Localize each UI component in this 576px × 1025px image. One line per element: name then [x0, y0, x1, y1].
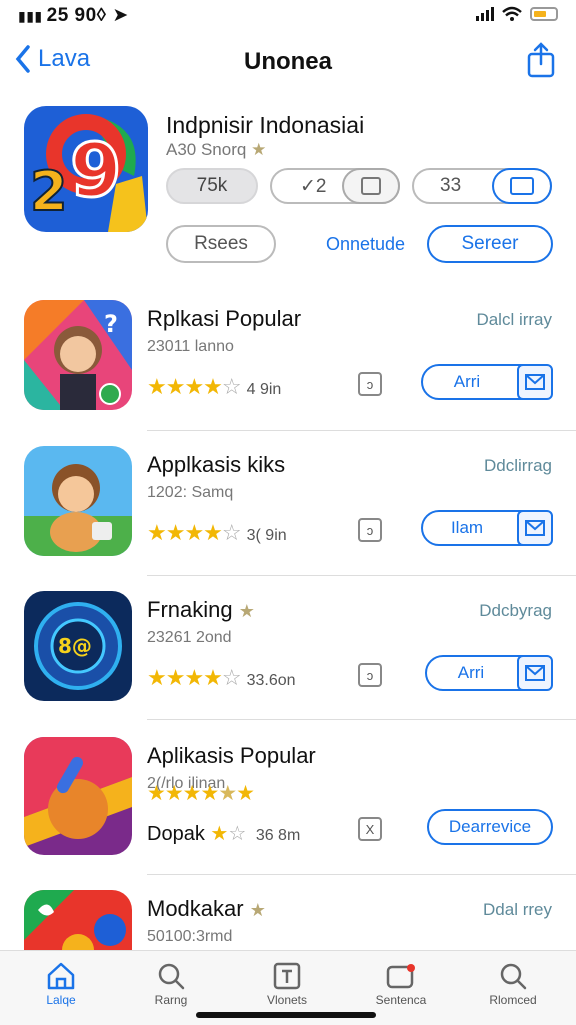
app-tag: Ddcbyrag — [479, 601, 552, 620]
tab-label: Vlonets — [266, 993, 308, 1007]
action-button[interactable]: Ilam — [421, 510, 553, 546]
wifi-icon — [502, 6, 522, 21]
info-icon[interactable]: ↄ — [358, 372, 382, 396]
app-name: Modkakar ★ — [147, 896, 266, 921]
rating-stars: ★★★★★★ — [147, 782, 255, 805]
tab-label: Rarng — [154, 993, 188, 1007]
divider — [147, 575, 576, 576]
star-icon: ★ — [251, 140, 267, 159]
app-name: Frnaking ★ — [147, 597, 255, 622]
tab-recent[interactable]: Rlomced — [468, 959, 558, 1007]
signal-icon — [476, 7, 494, 21]
tab-search[interactable]: Rarng — [126, 959, 216, 1007]
star-icon: ★ — [249, 900, 266, 920]
close-icon[interactable]: X — [358, 817, 382, 841]
list-item[interactable]: Modkakar ★ 50100:3rmd Ddal rrey — [0, 890, 576, 950]
featured-app: 2 9 Indpnisir Indonasiai A30 Snorq ★ 75k… — [0, 104, 576, 274]
battery-icon — [530, 7, 558, 21]
divider — [147, 874, 576, 875]
search-icon — [158, 963, 185, 990]
mail-icon — [517, 510, 553, 546]
pill-a[interactable]: ✓2 — [270, 168, 400, 204]
rating: ★★★★☆ 33.6on — [147, 665, 296, 690]
home-icon — [47, 962, 75, 990]
app-meta: 50100:3rmd — [147, 928, 233, 945]
list-item[interactable]: 8@ Frnaking ★ 23261 2ond ★★★★☆ 33.6on Ddc… — [0, 591, 576, 733]
app-icon[interactable] — [24, 890, 132, 950]
rsees-button[interactable]: Rsees — [166, 225, 276, 263]
search-alt-icon — [500, 963, 527, 990]
app-tag: Dalcl irray — [476, 310, 552, 329]
count-pill[interactable]: 75k — [166, 168, 258, 204]
tab-label: Lalqe — [46, 993, 76, 1007]
info-icon[interactable]: ↄ — [358, 663, 382, 687]
star-icon: ★ — [238, 601, 255, 621]
svg-text:8@: 8@ — [58, 634, 92, 658]
app-meta: 1202: Samq — [147, 484, 234, 501]
app-icon[interactable] — [24, 737, 132, 855]
action-button[interactable]: Arri — [421, 364, 553, 400]
app-name: Rplkasi Popular — [147, 306, 302, 331]
featured-app-sub: A30 Snorq ★ — [166, 140, 267, 159]
home-indicator — [196, 1012, 376, 1018]
status-bar: ▮▮▮ 25 90◊ ➤ — [0, 0, 576, 30]
window-icon — [492, 168, 552, 204]
rating: ★★★★☆ 4 9in — [147, 374, 282, 399]
tab-text[interactable]: Vlonets — [242, 959, 332, 1007]
action-button[interactable]: Dearrevice — [427, 809, 553, 845]
mail-icon — [517, 364, 553, 400]
app-meta: 23011 lanno — [147, 338, 234, 355]
list-item[interactable]: Aplikasis Popular 2(/rlo ilinan ★★★★★★ D… — [0, 737, 576, 879]
rating: ★★★★☆ 3( 9in — [147, 520, 287, 545]
action-label: Ilam — [450, 518, 484, 537]
action-label: Arri — [457, 663, 485, 682]
share-icon — [527, 42, 555, 78]
inbox-icon — [386, 964, 415, 989]
dots-icon — [342, 168, 400, 204]
svg-text:?: ? — [104, 310, 118, 338]
action-label: Arri — [453, 372, 481, 391]
status-time: ▮▮▮ 25 90◊ ➤ — [18, 5, 129, 26]
app-icon[interactable]: ? — [24, 300, 132, 410]
tab-label: Rlomced — [489, 993, 537, 1007]
app-icon[interactable] — [24, 446, 132, 556]
rating: Dopak ★☆ 36 8m — [147, 823, 301, 845]
app-tag: Ddal rrey — [483, 900, 552, 919]
app-name: Applkasis kiks — [147, 452, 286, 477]
info-icon[interactable]: ↄ — [358, 518, 382, 542]
onnetude-link[interactable]: Onnetude — [326, 234, 405, 255]
svg-text:2: 2 — [30, 160, 68, 223]
mail-icon — [517, 655, 553, 691]
divider — [147, 719, 576, 720]
action-button[interactable]: Arri — [425, 655, 553, 691]
app-meta: 23261 2ond — [147, 629, 232, 646]
app-icon-featured[interactable]: 2 9 — [24, 106, 148, 232]
list-item[interactable]: ? Rplkasi Popular 23011 lanno ★★★★☆ 4 9in… — [0, 300, 576, 442]
page-title: Unonea — [243, 48, 332, 75]
status-indicators — [476, 6, 558, 22]
divider — [147, 430, 576, 431]
tab-home[interactable]: Lalqe — [16, 959, 106, 1007]
pill-b[interactable]: 33 — [412, 168, 552, 204]
text-box-icon — [273, 962, 301, 990]
list-item[interactable]: Applkasis kiks 1202: Samq ★★★★☆ 3( 9in Dd… — [0, 446, 576, 588]
tab-inbox[interactable]: Sentenca — [356, 959, 446, 1007]
app-tag: Ddclirrag — [483, 456, 552, 475]
sereer-button[interactable]: Sereer — [427, 225, 553, 263]
nav-bar: Lava Unonea — [0, 40, 576, 90]
share-button[interactable] — [526, 42, 556, 83]
tab-label: Sentenca — [375, 993, 427, 1007]
featured-app-name: Indpnisir Indonasiai — [166, 112, 365, 138]
app-icon[interactable]: 8@ — [24, 591, 132, 701]
app-name: Aplikasis Popular — [147, 743, 316, 768]
